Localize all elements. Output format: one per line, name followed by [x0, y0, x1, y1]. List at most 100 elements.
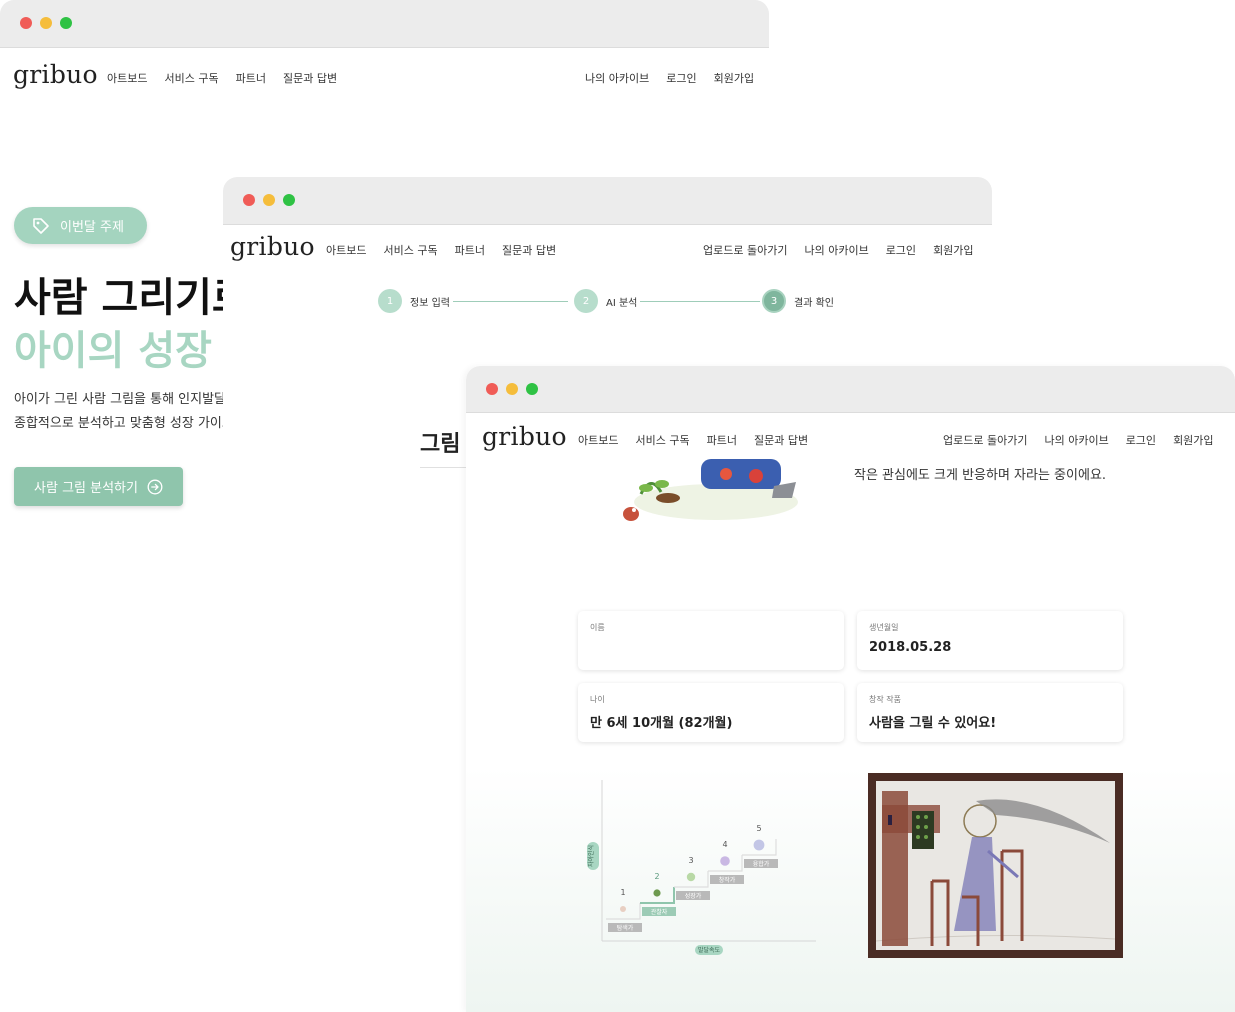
step-ai-analysis[interactable]: 2 AI 분석: [574, 289, 637, 313]
nav-subscription[interactable]: 서비스 구독: [635, 432, 689, 448]
nav-login[interactable]: 로그인: [886, 242, 916, 258]
stage-plant-icon: [686, 872, 696, 882]
x-axis-label: 발달속도: [698, 946, 721, 954]
result-heading: 그림: [420, 432, 461, 457]
uploaded-drawing-frame: [868, 773, 1123, 958]
nav-partner[interactable]: 파트너: [236, 70, 266, 86]
nav-login[interactable]: 로그인: [1126, 432, 1156, 448]
heading-divider: [420, 467, 468, 468]
nav-partner[interactable]: 파트너: [455, 242, 485, 258]
window-titlebar: [223, 177, 992, 225]
tag-icon: [33, 217, 49, 234]
arrow-right-circle-icon: [147, 479, 163, 494]
stage-label: 관찰자: [651, 908, 668, 916]
minimize-window-button[interactable]: [40, 17, 52, 29]
step-label: AI 분석: [606, 297, 638, 309]
birthdate-label: 생년월일: [869, 623, 899, 632]
close-window-button[interactable]: [486, 383, 498, 395]
children-playing-illustration: [623, 459, 798, 521]
step-number: 1: [378, 289, 402, 313]
hero-title-line1: 사람 그리기로: [14, 275, 249, 321]
account-nav: 나의 아카이브 로그인 회원가입: [585, 70, 754, 86]
step-number: 2: [574, 289, 598, 313]
nav-back-to-upload[interactable]: 업로드로 돌아가기: [943, 432, 1027, 448]
window-titlebar: [0, 0, 769, 48]
main-nav: 아트보드 서비스 구독 파트너 질문과 답변: [578, 432, 808, 448]
step-result[interactable]: 3 결과 확인: [762, 289, 834, 313]
age-field: 나이 만 6세 10개월 (82개월): [578, 683, 844, 742]
work-label: 창작 작품: [869, 695, 901, 704]
nav-artboard[interactable]: 아트보드: [578, 432, 618, 448]
site-header: gribuo 아트보드 서비스 구독 파트너 질문과 답변 업로드로 돌아가기 …: [466, 413, 1235, 457]
monthly-topic-label: 이번달 주제: [60, 220, 124, 235]
window-titlebar: [466, 366, 1235, 413]
nav-signup[interactable]: 회원가입: [714, 70, 754, 86]
analyze-drawing-button[interactable]: 사람 그림 분석하기: [14, 467, 183, 506]
nav-qna[interactable]: 질문과 답변: [283, 70, 337, 86]
work-field: 창작 작품 사람을 그릴 수 있어요!: [857, 683, 1123, 742]
nav-my-archive[interactable]: 나의 아카이브: [804, 242, 868, 258]
name-label: 이름: [590, 623, 605, 632]
logo[interactable]: gribuo: [482, 422, 567, 451]
close-window-button[interactable]: [243, 194, 255, 206]
child-drawing-image[interactable]: [875, 781, 1116, 950]
age-value: 만 6세 10개월 (82개월): [590, 716, 733, 731]
stage-label: 융합가: [753, 860, 770, 868]
nav-subscription[interactable]: 서비스 구독: [164, 70, 218, 86]
stage-plant-icon: [753, 839, 765, 851]
step-number: 3: [762, 289, 786, 313]
age-label: 나이: [590, 695, 605, 704]
logo[interactable]: gribuo: [13, 60, 98, 89]
step-label: 결과 확인: [794, 297, 834, 309]
minimize-window-button[interactable]: [263, 194, 275, 206]
name-field: 이름: [578, 611, 844, 670]
nav-qna[interactable]: 질문과 답변: [502, 242, 556, 258]
growth-stage-chart: 자아인식 발달속도 1 탐색가 2 관찰자 3 성장가 4 창작가 5 융합가: [587, 780, 816, 955]
nav-back-to-upload[interactable]: 업로드로 돌아가기: [703, 242, 787, 258]
maximize-window-button[interactable]: [60, 17, 72, 29]
stage-plant-icon: [620, 906, 626, 912]
nav-login[interactable]: 로그인: [666, 70, 696, 86]
nav-partner[interactable]: 파트너: [707, 432, 737, 448]
stage-plant-icon: [653, 889, 661, 897]
stair-step-number: 4: [722, 840, 727, 849]
logo[interactable]: gribuo: [230, 232, 315, 261]
work-value: 사람을 그릴 수 있어요!: [869, 716, 997, 731]
step-connector: [640, 301, 760, 302]
stair-step-number: 1: [620, 888, 625, 897]
nav-artboard[interactable]: 아트보드: [107, 70, 147, 86]
analyze-drawing-label: 사람 그림 분석하기: [34, 481, 138, 496]
account-nav: 업로드로 돌아가기 나의 아카이브 로그인 회원가입: [703, 242, 974, 258]
nav-my-archive[interactable]: 나의 아카이브: [585, 70, 649, 86]
close-window-button[interactable]: [20, 17, 32, 29]
hero-description-line2: 종합적으로 분석하고 맞춤형 성장 가이드: [14, 416, 234, 431]
step-connector: [453, 301, 568, 302]
nav-qna[interactable]: 질문과 답변: [754, 432, 808, 448]
nav-artboard[interactable]: 아트보드: [326, 242, 366, 258]
browser-window-result: 작은 관심에도 크게 반응하며 자라는 중이에요. gribuo 아트보드 서비…: [466, 366, 1235, 1012]
maximize-window-button[interactable]: [283, 194, 295, 206]
nav-my-archive[interactable]: 나의 아카이브: [1044, 432, 1108, 448]
birthdate-field: 생년월일 2018.05.28: [857, 611, 1123, 670]
hero-title-line2: 아이의 성장: [14, 328, 212, 374]
progress-stepper: 1 정보 입력 2 AI 분석 3 결과 확인: [378, 289, 838, 315]
nav-subscription[interactable]: 서비스 구독: [383, 242, 437, 258]
birthdate-value: 2018.05.28: [869, 640, 952, 655]
stage-label: 성장가: [685, 892, 702, 900]
y-axis-label: 자아인식: [587, 845, 595, 867]
minimize-window-button[interactable]: [506, 383, 518, 395]
hero-description-line1: 아이가 그린 사람 그림을 통해 인지발달: [14, 392, 227, 407]
step-info-input[interactable]: 1 정보 입력: [378, 289, 450, 313]
main-nav: 아트보드 서비스 구독 파트너 질문과 답변: [107, 70, 337, 86]
monthly-topic-pill[interactable]: 이번달 주제: [14, 207, 147, 244]
main-nav: 아트보드 서비스 구독 파트너 질문과 답변: [326, 242, 556, 258]
maximize-window-button[interactable]: [526, 383, 538, 395]
stage-plant-icon: [720, 856, 730, 866]
nav-signup[interactable]: 회원가입: [1173, 432, 1213, 448]
nav-signup[interactable]: 회원가입: [933, 242, 973, 258]
step-label: 정보 입력: [410, 297, 450, 309]
hero-description: 아이가 그린 사람 그림을 통해 인지발달 종합적으로 분석하고 맞춤형 성장 …: [14, 388, 234, 436]
account-nav: 업로드로 돌아가기 나의 아카이브 로그인 회원가입: [943, 432, 1214, 448]
stair-step-number: 2: [654, 872, 659, 881]
stair-step-number: 3: [688, 856, 693, 865]
